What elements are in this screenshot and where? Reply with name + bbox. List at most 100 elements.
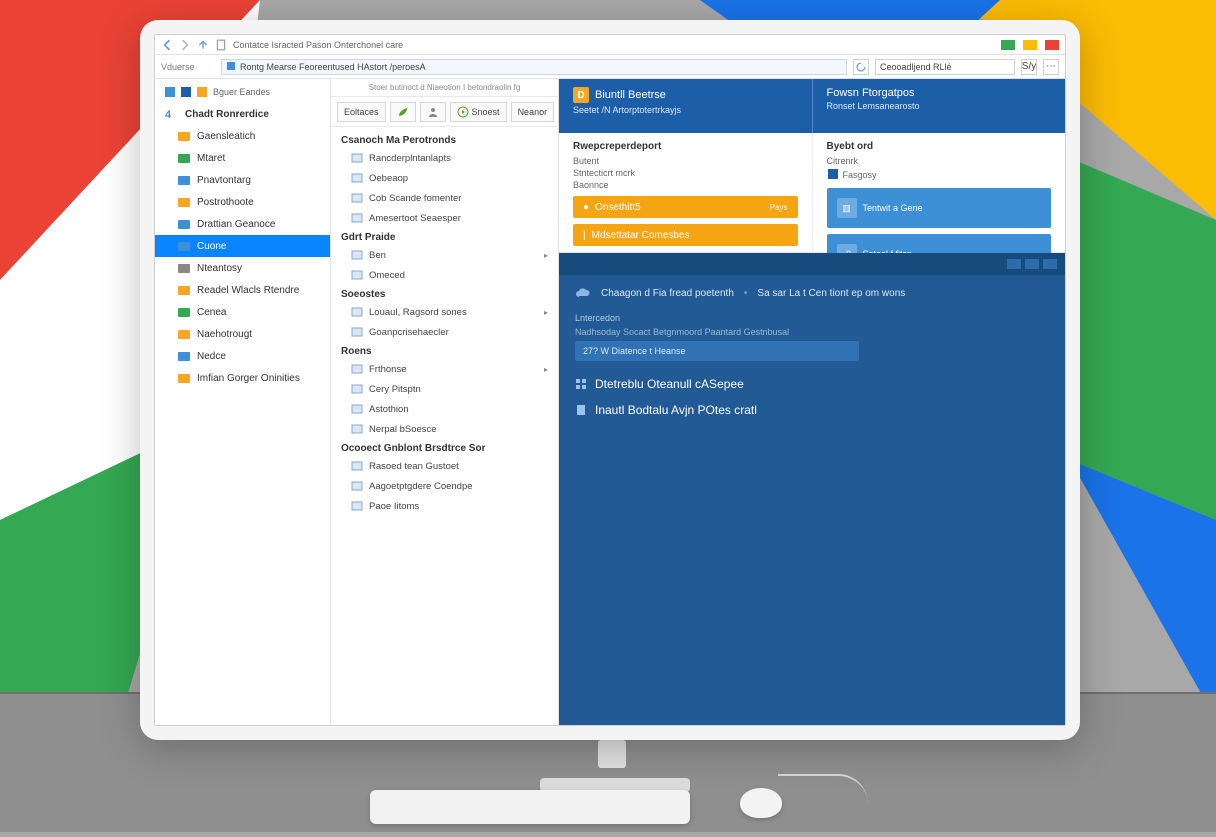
dashboard-titlebar [559,253,1065,275]
menu-item-label: Astothion [369,404,409,415]
address-bar: Vduerse Rontg Mearse Feoreentused HAstor… [155,55,1065,79]
sidebar-item[interactable]: Mtaret [155,147,330,169]
menu-item[interactable]: Frthonse▸ [331,359,558,379]
item-icon [351,269,363,281]
folder-icon [177,305,191,319]
action-pill-1[interactable]: ● Onsethitt5 Pays [573,196,798,218]
dash-max-icon[interactable] [1025,259,1039,269]
forward-icon[interactable] [179,39,191,51]
chevron-right-icon: ▸ [544,308,548,317]
menu-item-label: Omeced [369,270,405,281]
header-title-right: Fowsn Ftorgatpos [827,87,1052,99]
sidebar-item[interactable]: Readel Wlacls Rtendre [155,279,330,301]
menu-item[interactable]: Cery Pitsptn [331,379,558,399]
menu-list: Csanoch Ma PerotrondsRancderplntanlaptsO… [331,127,558,725]
toolbar: Eoltaces Snoest Neanor [331,97,558,127]
search-go-button[interactable]: S/y [1021,59,1037,75]
menu-item[interactable]: Astothion [331,399,558,419]
item-icon [351,192,363,204]
item-icon [351,152,363,164]
dash-section-label: Lntercedon [575,313,1049,323]
menu-item[interactable]: Ben▸ [331,245,558,265]
toolbar-button-1[interactable]: Eoltaces [337,102,386,122]
refresh-icon[interactable] [853,59,869,75]
sidebar-item[interactable]: Naehotrougt [155,323,330,345]
sidebar-item[interactable]: Pnavtontarg [155,169,330,191]
options-icon[interactable]: ⋯ [1043,59,1059,75]
toolbar-button-2[interactable] [390,102,416,122]
action-pill-2[interactable]: | Mdsettatar Comesbes [573,224,798,246]
dash-link-2[interactable]: Inautl Bodtalu Avjn POtes cratl [559,397,1065,423]
item-icon [351,383,363,395]
sidebar-item[interactable]: Nedce [155,345,330,367]
crumb-1[interactable]: Chaagon d Fia fread poetenth [601,288,734,299]
menu-item[interactable]: Rasoed tean Gustoet [331,456,558,476]
maximize-button[interactable] [1023,40,1037,50]
menu-item-label: Rasoed tean Gustoet [369,461,459,472]
sidebar-item[interactable]: Gaensleatich [155,125,330,147]
menu-item[interactable]: Rancderplntanlapts [331,148,558,168]
header-badge-icon: D [573,87,589,103]
toolbar-button-3[interactable] [420,102,446,122]
search-field[interactable]: Ceooadljend RLlé [875,59,1015,75]
dash-description: Nadhsoday Socact Betgnmoord Paantard Ges… [575,327,1049,337]
dash-min-icon[interactable] [1007,259,1021,269]
save-icon [827,168,839,182]
address-field[interactable]: Rontg Mearse Feoreentused HAstort /peroe… [221,59,847,75]
item-icon [351,326,363,338]
up-icon[interactable] [197,39,209,51]
sidebar-item-label: Postrothoote [197,197,254,208]
back-icon[interactable] [161,39,173,51]
item-icon [351,460,363,472]
menu-item[interactable]: Paoe Iitoms [331,496,558,516]
sidebar-item[interactable]: Cuone [155,235,330,257]
menu-item[interactable]: Oebeaop [331,168,558,188]
tile-1[interactable]: ▥Tentwit a Gene [827,188,1052,228]
minimize-button[interactable] [1001,40,1015,50]
leaf-icon [397,106,409,118]
sidebar-item[interactable]: Imfian Gorger Oninities [155,367,330,389]
sidebar-item-label: Nedce [197,351,226,362]
menu-item[interactable]: Aagoetptgdere Coendpe [331,476,558,496]
toolbar-button-4[interactable]: Snoest [450,102,507,122]
sidebar-item[interactable]: Postrothoote [155,191,330,213]
crumb-2[interactable]: Sa sar La t Cen tiont ep om wons [757,288,905,299]
ruler-icon: ▥ [837,198,857,218]
header-subtitle-left: Seetet /N Artorptotertrkayjs [573,105,798,115]
menu-item-label: Paoe Iitoms [369,501,419,512]
menu-item-label: Aagoetptgdere Coendpe [369,481,473,492]
menu-section-header: Roens [331,342,558,359]
menu-item[interactable]: Omeced [331,265,558,285]
folder-icon [177,371,191,385]
menu-item[interactable]: Louaul, Ragsord sones▸ [331,302,558,322]
sidebar-item[interactable]: Drattian Geanoce [155,213,330,235]
sidebar-group[interactable]: 4 Chadt Ronrerdice [155,103,330,125]
menu-section-header: Ocooect Gnblont Brsdtrce Sor [331,439,558,456]
center-header: Stoer butinoct d Niaeotion I betondraoli… [331,79,558,97]
app-window: Contatce Isracted Pason Onterchonel care… [154,34,1066,726]
menu-item[interactable]: Goanpcrisehaecler [331,322,558,342]
sidebar-item[interactable]: Cenea [155,301,330,323]
folder-icon [177,217,191,231]
folder-icon [177,195,191,209]
menu-item-label: Amesertoot Seaesper [369,213,461,224]
dash-close-icon[interactable] [1043,259,1057,269]
dash-search-input[interactable]: 27? W Diatence t Heanse [575,341,859,361]
sidebar-item[interactable]: Nteantosy [155,257,330,279]
search-placeholder: Ceooadljend RLlé [880,62,952,72]
menu-item-label: Cob Scande fomenter [369,193,461,204]
toolbar-button-5[interactable]: Neanor [511,102,555,122]
folder-icon [177,173,191,187]
sidebar-item-label: Drattian Geanoce [197,219,275,230]
sidebar-item-label: Cuone [197,241,226,252]
close-button[interactable] [1045,40,1059,50]
menu-item[interactable]: Nerpal bSoesce [331,419,558,439]
menu-item[interactable]: Cob Scande fomenter [331,188,558,208]
sidebar-item-label: Gaensleatich [197,131,255,142]
dash-link-1[interactable]: Dtetreblu Oteanull cASepee [559,371,1065,397]
menu-item[interactable]: Amesertoot Seaesper [331,208,558,228]
item-icon [351,363,363,375]
info-columns: Rwepcreperdeport Butent Stntecticrt mcrk… [559,133,1065,253]
col-left-title: Rwepcreperdeport [573,141,798,152]
title-bar: Contatce Isracted Pason Onterchonel care [155,35,1065,55]
